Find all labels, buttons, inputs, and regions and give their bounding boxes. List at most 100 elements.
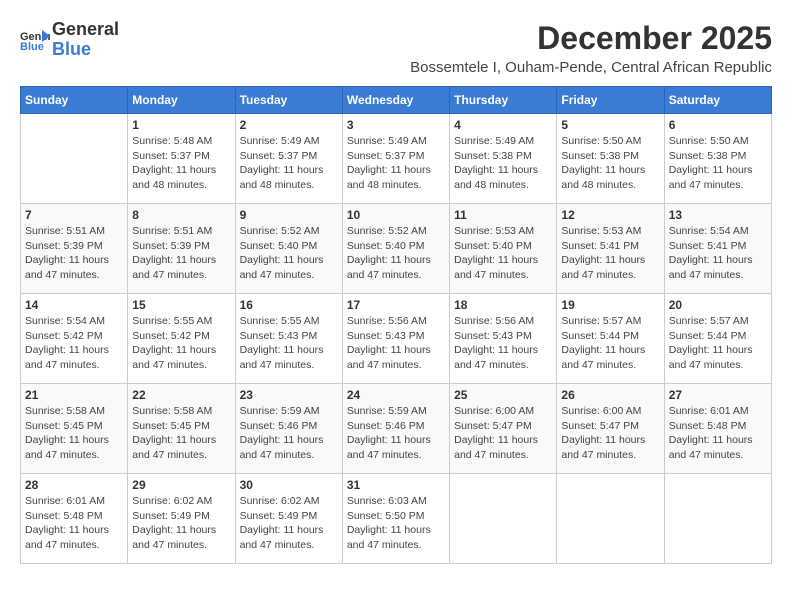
calendar-week-1: 1 Sunrise: 5:48 AMSunset: 5:37 PMDaylight… bbox=[21, 114, 772, 204]
day-info: Sunrise: 5:59 AMSunset: 5:46 PMDaylight:… bbox=[240, 404, 338, 463]
weekday-header-sunday: Sunday bbox=[21, 87, 128, 114]
day-number: 17 bbox=[347, 298, 445, 312]
calendar-body: 1 Sunrise: 5:48 AMSunset: 5:37 PMDaylight… bbox=[21, 114, 772, 564]
calendar-cell: 22 Sunrise: 5:58 AMSunset: 5:45 PMDayligh… bbox=[128, 384, 235, 474]
calendar-cell: 10 Sunrise: 5:52 AMSunset: 5:40 PMDayligh… bbox=[342, 204, 449, 294]
calendar-cell: 4 Sunrise: 5:49 AMSunset: 5:38 PMDaylight… bbox=[450, 114, 557, 204]
calendar-cell: 8 Sunrise: 5:51 AMSunset: 5:39 PMDaylight… bbox=[128, 204, 235, 294]
day-number: 19 bbox=[561, 298, 659, 312]
day-number: 27 bbox=[669, 388, 767, 402]
day-info: Sunrise: 6:00 AMSunset: 5:47 PMDaylight:… bbox=[454, 404, 552, 463]
day-info: Sunrise: 5:59 AMSunset: 5:46 PMDaylight:… bbox=[347, 404, 445, 463]
day-info: Sunrise: 5:55 AMSunset: 5:42 PMDaylight:… bbox=[132, 314, 230, 373]
day-number: 11 bbox=[454, 208, 552, 222]
day-number: 25 bbox=[454, 388, 552, 402]
day-info: Sunrise: 5:53 AMSunset: 5:41 PMDaylight:… bbox=[561, 224, 659, 283]
day-info: Sunrise: 5:57 AMSunset: 5:44 PMDaylight:… bbox=[561, 314, 659, 373]
day-number: 2 bbox=[240, 118, 338, 132]
calendar-cell: 27 Sunrise: 6:01 AMSunset: 5:48 PMDayligh… bbox=[664, 384, 771, 474]
calendar-cell: 30Sunrise: 6:02 AMSunset: 5:49 PMDayligh… bbox=[235, 474, 342, 564]
calendar-cell: 17 Sunrise: 5:56 AMSunset: 5:43 PMDayligh… bbox=[342, 294, 449, 384]
day-info: Sunrise: 6:00 AMSunset: 5:47 PMDaylight:… bbox=[561, 404, 659, 463]
day-info: Sunrise: 6:01 AMSunset: 5:48 PMDaylight:… bbox=[669, 404, 767, 463]
calendar-cell: 2 Sunrise: 5:49 AMSunset: 5:37 PMDaylight… bbox=[235, 114, 342, 204]
day-number: 4 bbox=[454, 118, 552, 132]
day-number: 31 bbox=[347, 478, 445, 492]
day-number: 6 bbox=[669, 118, 767, 132]
calendar-cell: 20Sunrise: 5:57 AMSunset: 5:44 PMDayligh… bbox=[664, 294, 771, 384]
calendar-cell: 29 Sunrise: 6:02 AMSunset: 5:49 PMDayligh… bbox=[128, 474, 235, 564]
calendar-cell bbox=[664, 474, 771, 564]
day-number: 18 bbox=[454, 298, 552, 312]
calendar-cell: 24Sunrise: 5:59 AMSunset: 5:46 PMDayligh… bbox=[342, 384, 449, 474]
day-info: Sunrise: 5:51 AMSunset: 5:39 PMDaylight:… bbox=[25, 224, 123, 283]
day-info: Sunrise: 5:58 AMSunset: 5:45 PMDaylight:… bbox=[25, 404, 123, 463]
calendar-cell: 13Sunrise: 5:54 AMSunset: 5:41 PMDayligh… bbox=[664, 204, 771, 294]
day-number: 21 bbox=[25, 388, 123, 402]
day-info: Sunrise: 5:56 AMSunset: 5:43 PMDaylight:… bbox=[347, 314, 445, 373]
calendar-week-5: 28Sunrise: 6:01 AMSunset: 5:48 PMDayligh… bbox=[21, 474, 772, 564]
day-info: Sunrise: 5:50 AMSunset: 5:38 PMDaylight:… bbox=[669, 134, 767, 193]
calendar-cell: 28Sunrise: 6:01 AMSunset: 5:48 PMDayligh… bbox=[21, 474, 128, 564]
calendar-cell: 25 Sunrise: 6:00 AMSunset: 5:47 PMDayligh… bbox=[450, 384, 557, 474]
day-info: Sunrise: 6:02 AMSunset: 5:49 PMDaylight:… bbox=[132, 494, 230, 553]
day-number: 16 bbox=[240, 298, 338, 312]
calendar-cell: 18Sunrise: 5:56 AMSunset: 5:43 PMDayligh… bbox=[450, 294, 557, 384]
day-info: Sunrise: 5:54 AMSunset: 5:42 PMDaylight:… bbox=[25, 314, 123, 373]
calendar-cell bbox=[21, 114, 128, 204]
day-info: Sunrise: 5:52 AMSunset: 5:40 PMDaylight:… bbox=[347, 224, 445, 283]
day-info: Sunrise: 5:48 AMSunset: 5:37 PMDaylight:… bbox=[132, 134, 230, 193]
calendar-cell: 16Sunrise: 5:55 AMSunset: 5:43 PMDayligh… bbox=[235, 294, 342, 384]
day-info: Sunrise: 5:54 AMSunset: 5:41 PMDaylight:… bbox=[669, 224, 767, 283]
subtitle: Bossemtele I, Ouham-Pende, Central Afric… bbox=[410, 59, 772, 76]
svg-text:Blue: Blue bbox=[20, 41, 44, 52]
day-info: Sunrise: 5:52 AMSunset: 5:40 PMDaylight:… bbox=[240, 224, 338, 283]
day-info: Sunrise: 6:02 AMSunset: 5:49 PMDaylight:… bbox=[240, 494, 338, 553]
day-number: 22 bbox=[132, 388, 230, 402]
day-number: 29 bbox=[132, 478, 230, 492]
day-number: 7 bbox=[25, 208, 123, 222]
calendar-week-3: 14Sunrise: 5:54 AMSunset: 5:42 PMDayligh… bbox=[21, 294, 772, 384]
day-number: 8 bbox=[132, 208, 230, 222]
calendar-cell bbox=[557, 474, 664, 564]
day-number: 9 bbox=[240, 208, 338, 222]
calendar-cell: 26 Sunrise: 6:00 AMSunset: 5:47 PMDayligh… bbox=[557, 384, 664, 474]
day-info: Sunrise: 6:03 AMSunset: 5:50 PMDaylight:… bbox=[347, 494, 445, 553]
weekday-header-friday: Friday bbox=[557, 87, 664, 114]
day-number: 15 bbox=[132, 298, 230, 312]
day-number: 1 bbox=[132, 118, 230, 132]
calendar-cell: 19 Sunrise: 5:57 AMSunset: 5:44 PMDayligh… bbox=[557, 294, 664, 384]
day-info: Sunrise: 5:58 AMSunset: 5:45 PMDaylight:… bbox=[132, 404, 230, 463]
day-number: 26 bbox=[561, 388, 659, 402]
logo-text: General Blue bbox=[52, 20, 119, 60]
day-info: Sunrise: 5:49 AMSunset: 5:37 PMDaylight:… bbox=[347, 134, 445, 193]
calendar-cell: 23 Sunrise: 5:59 AMSunset: 5:46 PMDayligh… bbox=[235, 384, 342, 474]
day-info: Sunrise: 5:49 AMSunset: 5:37 PMDaylight:… bbox=[240, 134, 338, 193]
page-header: General Blue General Blue December 2025 … bbox=[20, 20, 772, 76]
day-number: 10 bbox=[347, 208, 445, 222]
calendar-cell: 31 Sunrise: 6:03 AMSunset: 5:50 PMDayligh… bbox=[342, 474, 449, 564]
day-info: Sunrise: 5:49 AMSunset: 5:38 PMDaylight:… bbox=[454, 134, 552, 193]
weekday-header-saturday: Saturday bbox=[664, 87, 771, 114]
calendar-cell bbox=[450, 474, 557, 564]
calendar-cell: 3Sunrise: 5:49 AMSunset: 5:37 PMDaylight… bbox=[342, 114, 449, 204]
day-number: 20 bbox=[669, 298, 767, 312]
month-title: December 2025 bbox=[410, 20, 772, 57]
day-info: Sunrise: 5:50 AMSunset: 5:38 PMDaylight:… bbox=[561, 134, 659, 193]
day-number: 23 bbox=[240, 388, 338, 402]
calendar-cell: 11 Sunrise: 5:53 AMSunset: 5:40 PMDayligh… bbox=[450, 204, 557, 294]
logo-icon: General Blue bbox=[20, 28, 50, 52]
calendar-cell: 5Sunrise: 5:50 AMSunset: 5:38 PMDaylight… bbox=[557, 114, 664, 204]
calendar-cell: 7 Sunrise: 5:51 AMSunset: 5:39 PMDaylight… bbox=[21, 204, 128, 294]
logo: General Blue General Blue bbox=[20, 20, 119, 60]
weekday-header-row: SundayMondayTuesdayWednesdayThursdayFrid… bbox=[21, 87, 772, 114]
header-right: December 2025 Bossemtele I, Ouham-Pende,… bbox=[410, 20, 772, 76]
calendar-cell: 1 Sunrise: 5:48 AMSunset: 5:37 PMDaylight… bbox=[128, 114, 235, 204]
weekday-header-monday: Monday bbox=[128, 87, 235, 114]
day-info: Sunrise: 6:01 AMSunset: 5:48 PMDaylight:… bbox=[25, 494, 123, 553]
day-info: Sunrise: 5:51 AMSunset: 5:39 PMDaylight:… bbox=[132, 224, 230, 283]
calendar-table: SundayMondayTuesdayWednesdayThursdayFrid… bbox=[20, 86, 772, 564]
calendar-cell: 15 Sunrise: 5:55 AMSunset: 5:42 PMDayligh… bbox=[128, 294, 235, 384]
weekday-header-wednesday: Wednesday bbox=[342, 87, 449, 114]
day-info: Sunrise: 5:53 AMSunset: 5:40 PMDaylight:… bbox=[454, 224, 552, 283]
